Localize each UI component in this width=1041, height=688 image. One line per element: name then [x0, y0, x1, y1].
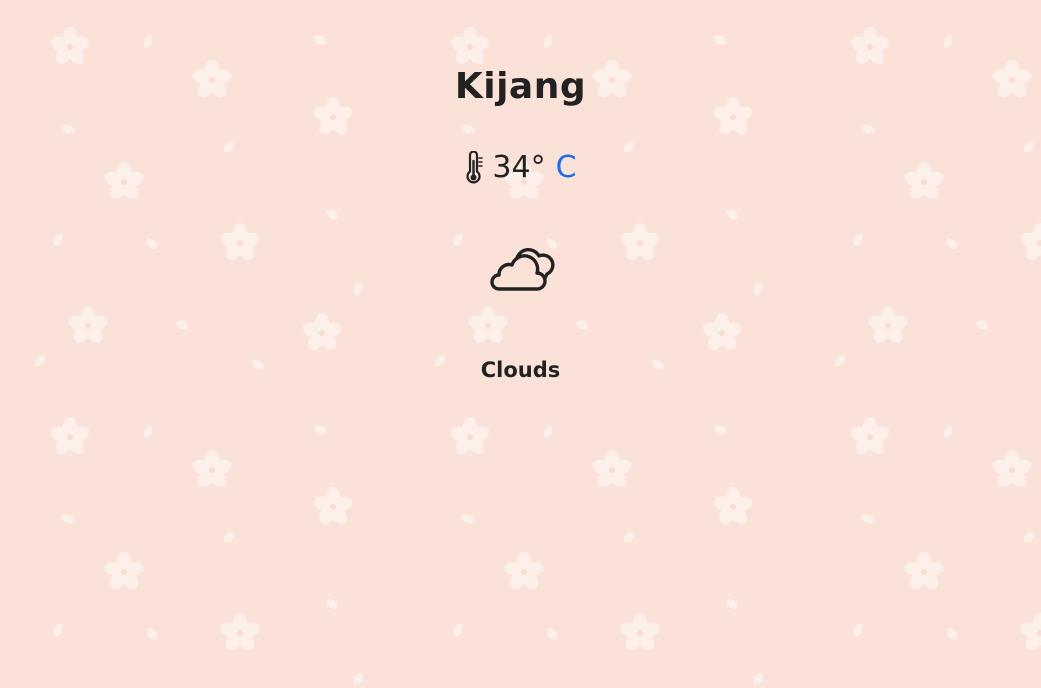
- temperature-row: 34° C: [0, 148, 1041, 188]
- clouds-icon: [490, 248, 555, 291]
- temperature-unit-toggle[interactable]: C: [556, 148, 577, 188]
- thermometer-icon: [466, 151, 484, 184]
- city-name: Kijang: [454, 66, 587, 107]
- temperature-value: 34°: [492, 150, 546, 185]
- weather-condition: Clouds: [480, 358, 561, 382]
